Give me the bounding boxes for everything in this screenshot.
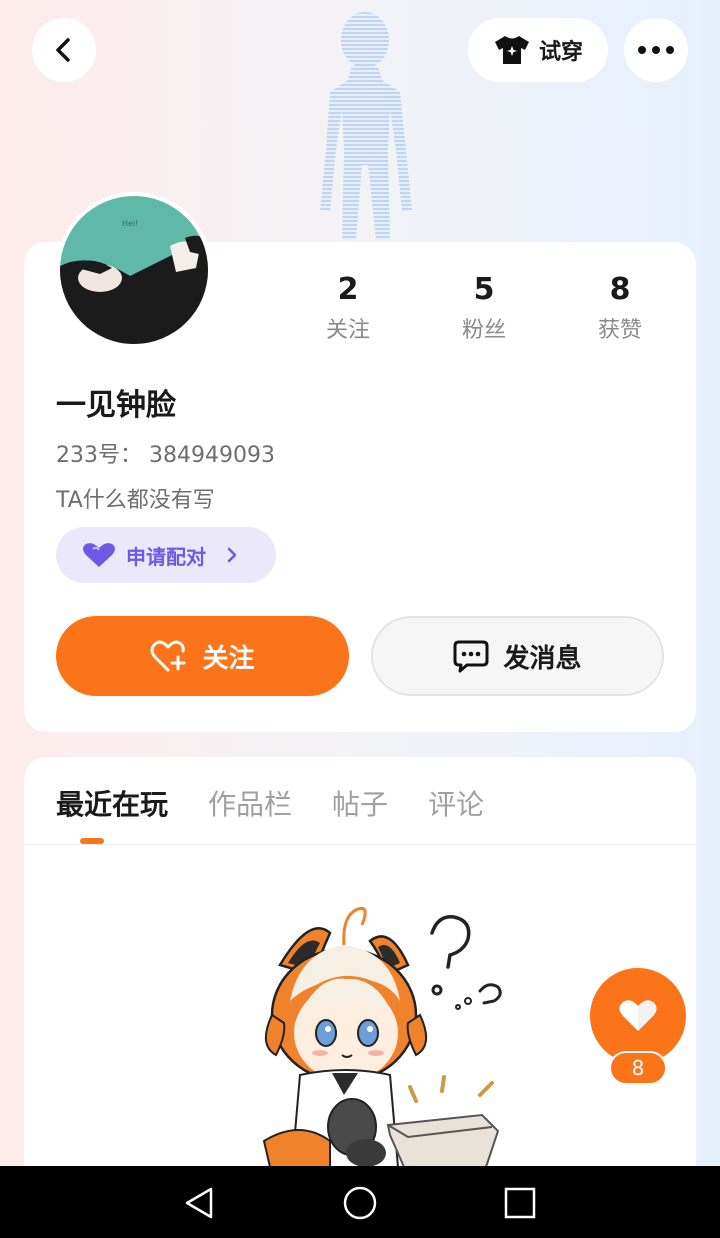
stat-label: 关注 (325, 318, 370, 343)
empty-state-mascot (262, 906, 502, 1167)
stat-followers[interactable]: 5 粉丝 (416, 272, 552, 344)
tab-comments[interactable]: 评论 (428, 783, 484, 823)
tab-works[interactable]: 作品栏 (208, 783, 292, 823)
stat-label: 粉丝 (461, 318, 506, 343)
more-button[interactable] (624, 18, 688, 82)
back-icon (56, 38, 70, 62)
try-on-label: 试穿 (538, 40, 583, 65)
heart-icon (83, 543, 115, 567)
pair-request-button[interactable]: 申请配对 (56, 527, 276, 583)
stat-likes[interactable]: 8 获赞 (552, 272, 688, 344)
hologram-avatar-figure (320, 12, 412, 240)
chat-icon (453, 640, 489, 673)
stat-following[interactable]: 2 关注 (280, 272, 416, 344)
pair-request-label: 申请配对 (126, 544, 206, 569)
user-id: 233号： 384949093 (56, 443, 275, 468)
like-count-badge: 8 (609, 1051, 667, 1085)
try-on-button[interactable]: 试穿 (468, 18, 608, 82)
nav-home-icon[interactable] (343, 1186, 377, 1220)
send-message-button[interactable]: 发消息 (371, 616, 664, 696)
avatar-image: Hei! (60, 196, 208, 344)
heart-icon (619, 1000, 657, 1031)
tab-recently-played[interactable]: 最近在玩 (56, 783, 168, 823)
back-button[interactable] (32, 18, 96, 82)
send-message-label: 发消息 (503, 643, 582, 674)
nav-back-icon[interactable] (183, 1186, 217, 1220)
tab-bar: 最近在玩 作品栏 帖子 评论 (56, 783, 484, 823)
chevron-right-icon (227, 547, 237, 563)
stat-value: 8 (609, 272, 631, 307)
stat-value: 2 (337, 272, 359, 307)
follow-label: 关注 (202, 643, 255, 674)
avatar[interactable]: Hei! (56, 192, 212, 348)
system-nav-bar (0, 1166, 720, 1238)
svg-text:Hei!: Hei! (122, 219, 138, 228)
stat-label: 获赞 (597, 318, 642, 343)
stat-value: 5 (473, 272, 495, 307)
more-icon (638, 46, 674, 54)
stats-row: 2 关注 5 粉丝 8 获赞 (280, 272, 688, 344)
like-fab[interactable] (590, 968, 686, 1064)
bio: TA什么都没有写 (56, 488, 215, 513)
tshirt-icon (494, 36, 529, 64)
nav-recents-icon[interactable] (503, 1186, 537, 1220)
tab-posts[interactable]: 帖子 (332, 783, 388, 823)
username: 一见钟脸 (56, 388, 176, 423)
heart-plus-icon (150, 640, 186, 672)
tab-divider (24, 844, 696, 845)
follow-button[interactable]: 关注 (56, 616, 349, 696)
